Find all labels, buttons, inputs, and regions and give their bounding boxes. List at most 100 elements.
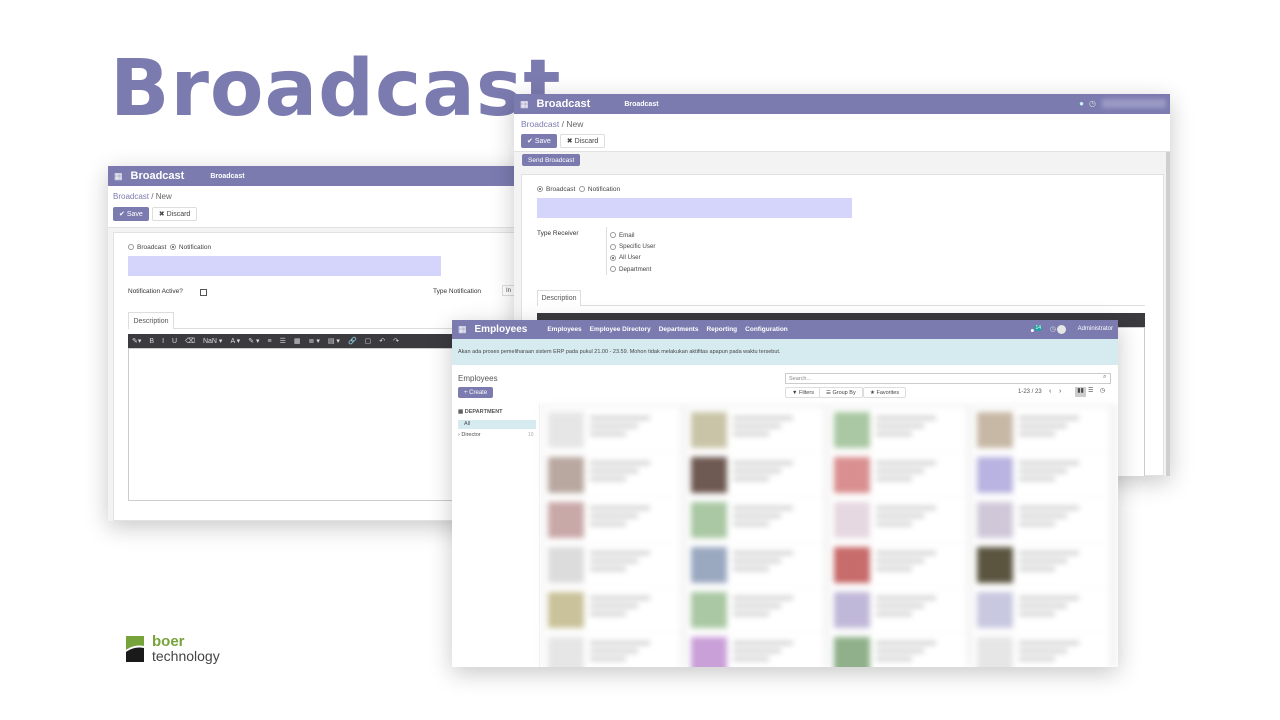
employee-card[interactable]	[973, 633, 1109, 667]
title-input[interactable]	[537, 198, 852, 218]
menu-item-broadcast[interactable]: Broadcast	[210, 173, 244, 180]
radio-specific-user[interactable]	[610, 243, 616, 250]
discard-button[interactable]: ✖ Discard	[151, 207, 198, 221]
employee-text-line	[1019, 424, 1067, 428]
group-by-button[interactable]: ☰ Group By	[819, 387, 863, 398]
top-navbar: ▦ Broadcast Broadcast	[108, 166, 528, 186]
menu-reporting[interactable]: Reporting	[706, 326, 737, 333]
chat-icon[interactable]: ●	[1079, 99, 1084, 108]
menu-item-broadcast[interactable]: Broadcast	[624, 101, 658, 108]
employee-card[interactable]	[830, 633, 966, 667]
grid-icon[interactable]: ▦	[458, 324, 467, 335]
breadcrumb-parent[interactable]: Broadcast	[521, 119, 559, 129]
toolbar-button[interactable]: ▢	[365, 337, 372, 345]
employee-card[interactable]	[973, 453, 1109, 497]
discard-button[interactable]: ✖ Discard	[559, 134, 606, 148]
radio-notification[interactable]	[578, 186, 585, 193]
grid-icon[interactable]: ▦	[114, 171, 123, 182]
activity-view-icon[interactable]: ◷	[1100, 387, 1105, 394]
clock-icon[interactable]: ◷	[1089, 99, 1096, 108]
pager-next-icon[interactable]: ›	[1059, 388, 1061, 395]
employee-card[interactable]	[687, 408, 823, 452]
receiver-option-department[interactable]: Department	[610, 264, 655, 275]
notification-active-checkbox[interactable]	[200, 289, 207, 296]
receiver-all-user-label: All User	[619, 254, 641, 262]
send-broadcast-button[interactable]: Send Broadcast	[522, 154, 581, 166]
clock-icon[interactable]: ◷	[1050, 325, 1056, 333]
department-item-all[interactable]: All	[458, 420, 536, 429]
menu-employees[interactable]: Employees	[547, 326, 581, 333]
department-item-director[interactable]: › Director	[458, 432, 481, 438]
menu-employee-directory[interactable]: Employee Directory	[590, 326, 651, 333]
search-input[interactable]: Search...	[785, 373, 1111, 384]
employee-card[interactable]	[544, 588, 680, 632]
pager-prev-icon[interactable]: ‹	[1049, 388, 1051, 395]
employee-card[interactable]	[973, 498, 1109, 542]
employee-card[interactable]	[544, 498, 680, 542]
kanban-view-icon[interactable]: ▮▮	[1075, 387, 1086, 397]
filters-button[interactable]: ▼ Filters	[785, 387, 821, 398]
receiver-option-all-user[interactable]: All User	[610, 252, 655, 263]
save-button[interactable]: ✔ Save	[113, 207, 149, 221]
user-menu[interactable]	[1102, 99, 1166, 108]
tab-description[interactable]: Description	[128, 312, 174, 329]
breadcrumb-parent[interactable]: Broadcast	[113, 192, 149, 201]
employee-card[interactable]	[687, 543, 823, 587]
toolbar-button[interactable]: ▤ ▾	[328, 337, 340, 345]
employee-card[interactable]	[973, 588, 1109, 632]
toolbar-button[interactable]: A ▾	[230, 337, 240, 345]
toolbar-button[interactable]: ↶	[379, 337, 385, 345]
toolbar-button[interactable]: U	[172, 338, 177, 345]
toolbar-button[interactable]: ▦	[294, 337, 301, 345]
employee-card[interactable]	[973, 408, 1109, 452]
toolbar-button[interactable]: B	[149, 338, 154, 345]
employee-card[interactable]	[544, 543, 680, 587]
user-name[interactable]: Administrator	[1078, 326, 1113, 332]
tab-description[interactable]: Description	[537, 290, 581, 306]
employee-card[interactable]	[687, 498, 823, 542]
avatar[interactable]	[1057, 325, 1066, 334]
search-icon[interactable]: ⌕	[1103, 374, 1106, 381]
toolbar-button[interactable]: ↷	[393, 337, 399, 345]
employee-card[interactable]	[687, 588, 823, 632]
radio-broadcast[interactable]	[128, 244, 134, 251]
employee-card[interactable]	[830, 498, 966, 542]
employee-card[interactable]	[544, 633, 680, 667]
receiver-option-email[interactable]: Email	[610, 230, 655, 241]
grid-icon[interactable]: ▦	[520, 99, 529, 110]
toolbar-button[interactable]: ☰	[280, 337, 286, 345]
employee-card[interactable]	[687, 633, 823, 667]
scrollbar[interactable]	[1166, 152, 1170, 476]
toolbar-button[interactable]: ⌫	[185, 337, 195, 345]
employee-card[interactable]	[830, 543, 966, 587]
toolbar-button[interactable]: ✎ ▾	[248, 337, 259, 345]
radio-notification[interactable]	[169, 244, 176, 251]
title-input[interactable]	[128, 256, 441, 276]
favorites-button[interactable]: ★ Favorites	[863, 387, 907, 398]
employee-card[interactable]	[830, 588, 966, 632]
employee-card[interactable]	[830, 408, 966, 452]
toolbar-button[interactable]: NaN ▾	[203, 337, 222, 345]
create-button[interactable]: + Create	[458, 387, 494, 398]
receiver-option-specific-user[interactable]: Specific User	[610, 241, 655, 252]
menu-configuration[interactable]: Configuration	[745, 326, 788, 333]
chat-icon[interactable]: ●14	[1030, 325, 1042, 334]
toolbar-button[interactable]: I	[162, 338, 164, 345]
menu-departments[interactable]: Departments	[659, 326, 699, 333]
toolbar-button[interactable]: 🔗	[348, 337, 357, 345]
employee-text-line	[590, 477, 626, 481]
radio-email[interactable]	[610, 232, 616, 239]
toolbar-button[interactable]: ≣ ▾	[309, 337, 320, 345]
save-button[interactable]: ✔ Save	[521, 134, 557, 148]
toolbar-button[interactable]: ≡	[268, 338, 272, 345]
list-view-icon[interactable]: ☰	[1088, 387, 1093, 394]
toolbar-button[interactable]: ✎▾	[132, 337, 141, 345]
employee-card[interactable]	[687, 453, 823, 497]
radio-broadcast[interactable]	[537, 186, 543, 193]
employee-card[interactable]	[830, 453, 966, 497]
radio-department[interactable]	[610, 265, 616, 272]
employee-card[interactable]	[544, 408, 680, 452]
radio-all-user[interactable]	[610, 254, 616, 261]
employee-card[interactable]	[544, 453, 680, 497]
employee-card[interactable]	[973, 543, 1109, 587]
